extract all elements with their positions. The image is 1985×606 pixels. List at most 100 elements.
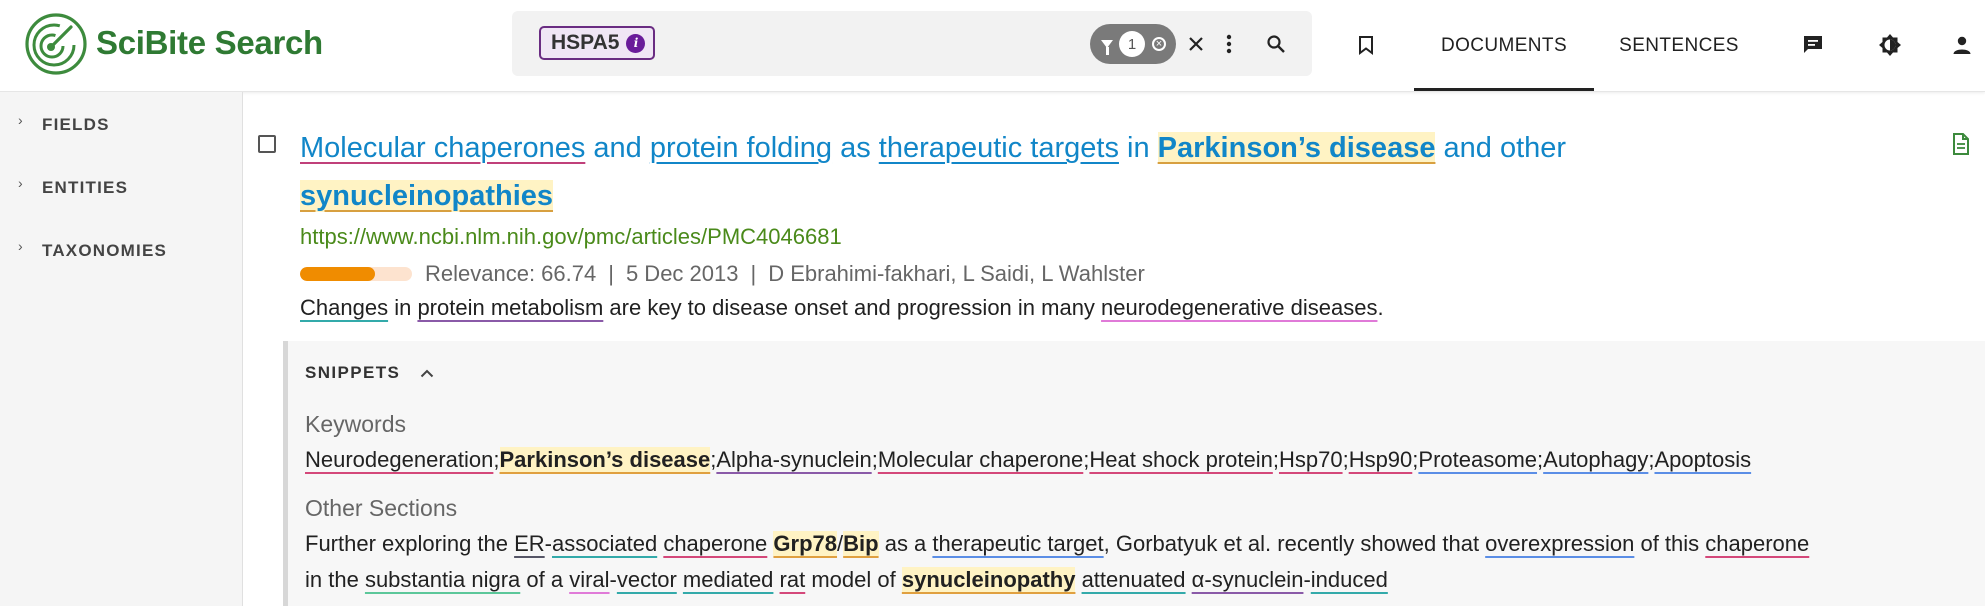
entity-mention[interactable]: ER: [514, 531, 545, 556]
snippets-heading: SNIPPETS: [305, 363, 401, 382]
entity-mention[interactable]: chaperone: [663, 531, 767, 556]
entity-mention[interactable]: substantia nigra: [365, 567, 520, 592]
keyword-separator: ;: [493, 447, 500, 472]
select-result-checkbox[interactable]: [258, 135, 276, 153]
entity-mention[interactable]: α-synuclein: [1192, 567, 1304, 592]
keyword-highlight[interactable]: Parkinson’s disease: [499, 447, 711, 472]
scibite-logo-icon[interactable]: [24, 12, 88, 76]
tab-documents[interactable]: DOCUMENTS: [1414, 0, 1594, 91]
sidebar-item-fields[interactable]: › FIELDS: [18, 110, 110, 140]
chevron-right-icon: ›: [18, 175, 23, 191]
snippet-text: -: [1303, 567, 1311, 592]
account-icon[interactable]: [1947, 30, 1977, 60]
snippet-text: Further exploring the: [305, 531, 515, 556]
snippet-text: , Gorbatyuk et al. recently showed that: [1103, 531, 1486, 556]
keyword[interactable]: Alpha-synuclein: [716, 447, 871, 472]
snippet-text: of this: [1634, 531, 1706, 556]
top-app-bar: SciBite Search HSPA5 i 1 × DOCUMENTS SEN…: [0, 0, 1985, 92]
chevron-up-icon[interactable]: [420, 365, 434, 382]
document-icon[interactable]: [1952, 133, 1970, 160]
keyword[interactable]: Hsp70: [1279, 447, 1343, 472]
entity-highlight[interactable]: synucleinopathy: [901, 567, 1076, 592]
filter-icon: [1101, 40, 1113, 55]
entity-mention[interactable]: neurodegenerative diseases: [1101, 295, 1377, 320]
keywords-line: Neurodegeneration;Parkinson’s disease;Al…: [305, 447, 1751, 473]
title-entity[interactable]: protein folding: [650, 132, 832, 164]
snippets-panel: SNIPPETS Keywords Neurodegeneration;Park…: [283, 341, 1985, 606]
snippet-text: -: [544, 531, 552, 556]
clear-search-icon[interactable]: [1182, 30, 1210, 58]
entity-mention[interactable]: induced: [1311, 567, 1388, 592]
meta-separator: |: [608, 261, 614, 286]
chevron-right-icon: ›: [18, 112, 23, 128]
entity-mention[interactable]: therapeutic target: [932, 531, 1103, 556]
search-term-label: HSPA5: [551, 31, 620, 54]
relevance-bar: [300, 267, 412, 281]
sidebar-item-label: FIELDS: [42, 115, 110, 134]
tab-sentences[interactable]: SENTENCES: [1600, 0, 1758, 91]
title-entity[interactable]: Molecular chaperones: [300, 132, 585, 164]
entity-mention[interactable]: mediated: [683, 567, 774, 592]
keyword[interactable]: Autophagy: [1543, 447, 1648, 472]
entity-mention[interactable]: vector: [617, 567, 677, 592]
snippet-text: in the: [305, 567, 365, 592]
other-sections-label: Other Sections: [305, 495, 458, 521]
entity-mention[interactable]: associated: [552, 531, 657, 556]
keyword[interactable]: Heat shock protein: [1089, 447, 1272, 472]
keyword[interactable]: Hsp90: [1349, 447, 1413, 472]
snippets-toggle[interactable]: SNIPPETS: [305, 363, 434, 383]
sidebar-item-entities[interactable]: › ENTITIES: [18, 173, 128, 203]
snippet-text: -: [609, 567, 617, 592]
meta-separator: |: [750, 261, 757, 286]
entity-mention[interactable]: protein metabolism: [417, 295, 603, 320]
title-entity-highlight[interactable]: synucleinopathies: [300, 180, 554, 212]
app-name[interactable]: SciBite Search: [96, 24, 323, 62]
result-abstract: Changes in protein metabolism are key to…: [300, 295, 1384, 321]
chevron-right-icon: ›: [18, 238, 23, 254]
keywords-label: Keywords: [305, 411, 406, 437]
more-options-icon[interactable]: [1219, 30, 1239, 58]
title-text: and: [585, 132, 650, 164]
entity-mention[interactable]: overexpression: [1485, 531, 1634, 556]
search-bar[interactable]: HSPA5 i 1 ×: [512, 11, 1312, 76]
result-title[interactable]: Molecular chaperones and protein folding…: [300, 124, 1640, 220]
info-icon[interactable]: i: [626, 33, 646, 53]
entity-highlight[interactable]: Bip: [843, 531, 879, 556]
title-entity-highlight[interactable]: Parkinson’s disease: [1157, 132, 1436, 164]
sidebar-item-label: ENTITIES: [42, 178, 129, 197]
result-url[interactable]: https://www.ncbi.nlm.nih.gov/pmc/article…: [300, 224, 842, 250]
entity-mention[interactable]: Changes: [300, 295, 388, 320]
publication-date: 5 Dec 2013: [625, 261, 739, 286]
title-text: in: [1118, 132, 1158, 164]
entity-mention[interactable]: attenuated: [1082, 567, 1186, 592]
search-term-chip[interactable]: HSPA5 i: [539, 26, 656, 60]
title-text: as: [832, 132, 879, 164]
keyword[interactable]: Proteasome: [1418, 447, 1537, 472]
entity-highlight[interactable]: Grp78: [773, 531, 838, 556]
entity-mention[interactable]: rat: [780, 567, 806, 592]
chat-icon[interactable]: [1798, 30, 1828, 60]
facet-sidebar: › FIELDS › ENTITIES › TAXONOMIES: [0, 92, 243, 606]
clear-filter-icon[interactable]: ×: [1152, 37, 1166, 51]
abstract-text: .: [1377, 295, 1384, 320]
authors: D Ebrahimi-fakhari, L Saidi, L Wahlster: [768, 261, 1145, 286]
snippet-text: of a: [520, 567, 570, 592]
filter-count: 1: [1119, 31, 1145, 57]
keyword[interactable]: Neurodegeneration: [305, 447, 493, 472]
relevance-score: Relevance: 66.74: [425, 261, 597, 286]
theme-toggle-icon[interactable]: [1875, 30, 1905, 60]
sidebar-item-taxonomies[interactable]: › TAXONOMIES: [18, 236, 167, 266]
snippet-text: model of: [805, 567, 902, 592]
snippet-line: Further exploring the ER-associated chap…: [305, 531, 1809, 557]
keyword[interactable]: Apoptosis: [1654, 447, 1751, 472]
search-icon[interactable]: [1262, 30, 1290, 58]
entity-mention[interactable]: viral: [569, 567, 609, 592]
keyword[interactable]: Molecular chaperone: [878, 447, 1083, 472]
abstract-text: in: [388, 295, 418, 320]
entity-mention[interactable]: chaperone: [1705, 531, 1809, 556]
title-text: and other: [1435, 132, 1567, 164]
abstract-text: are key to disease onset and progression…: [603, 295, 1102, 320]
active-filters-pill[interactable]: 1 ×: [1090, 24, 1176, 64]
bookmark-icon[interactable]: [1353, 30, 1379, 60]
title-entity[interactable]: therapeutic targets: [879, 132, 1119, 164]
